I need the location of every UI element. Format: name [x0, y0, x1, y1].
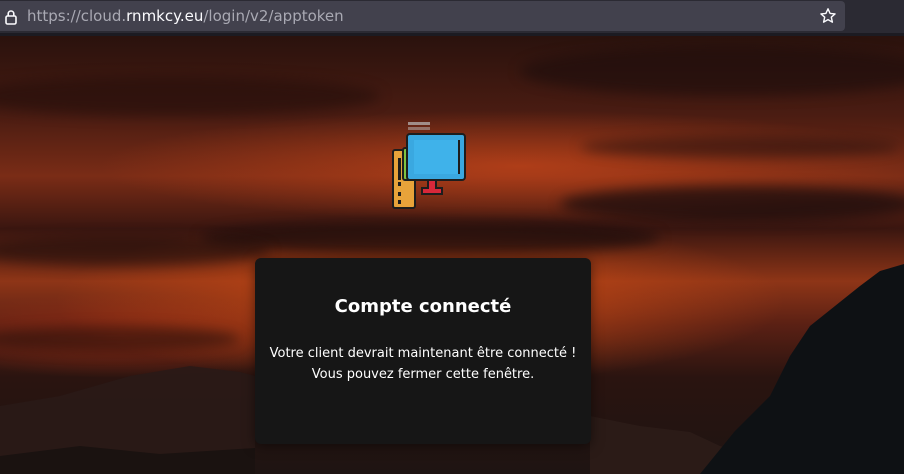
card-message-line-1: Votre client devrait maintenant être con… [269, 346, 577, 361]
card-message-line-2: Vous pouvez fermer cette fenêtre. [311, 367, 535, 382]
url-host: rnmkcy.eu [126, 7, 204, 25]
star-icon[interactable] [819, 7, 837, 25]
card-title: Compte connecté [334, 296, 512, 317]
client-device-logo-icon [392, 122, 466, 209]
address-bar[interactable]: https://cloud.rnmkcy.eu/login/v2/apptoke… [0, 1, 845, 31]
connected-card: Compte connecté Votre client devrait mai… [255, 258, 591, 444]
url-path: /login/v2/apptoken [203, 7, 344, 25]
browser-toolbar: https://cloud.rnmkcy.eu/login/v2/apptoke… [0, 0, 904, 36]
url-prefix: https://cloud. [27, 7, 127, 25]
url-text[interactable]: https://cloud.rnmkcy.eu/login/v2/apptoke… [27, 7, 344, 26]
lock-icon[interactable] [4, 9, 18, 25]
